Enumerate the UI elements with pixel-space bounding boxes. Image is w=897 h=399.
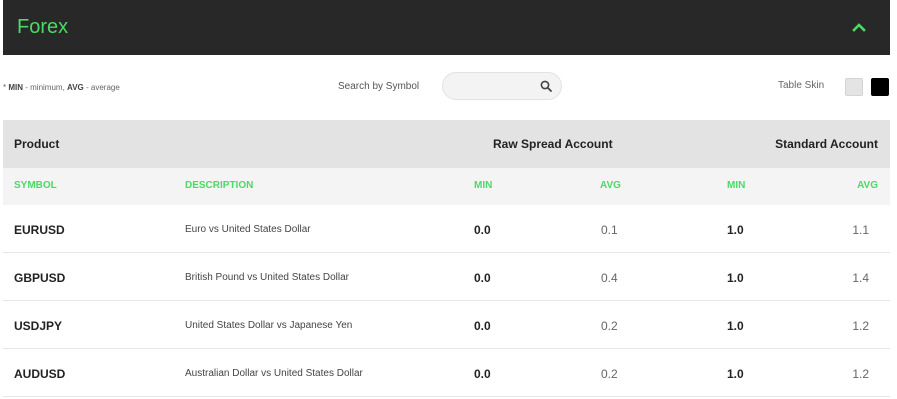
std-min-cell: 1.0 bbox=[727, 271, 744, 285]
raw-min-cell: 0.0 bbox=[474, 271, 491, 285]
description-cell: Euro vs United States Dollar bbox=[185, 224, 311, 235]
table-row[interactable]: AUDUSD Australian Dollar vs United State… bbox=[3, 349, 890, 397]
group-header-row: Product Raw Spread Account Standard Acco… bbox=[3, 120, 890, 168]
raw-avg-column-header[interactable]: AVG bbox=[600, 180, 621, 191]
raw-min-cell: 0.0 bbox=[474, 367, 491, 381]
symbol-column-header[interactable]: SYMBOL bbox=[14, 180, 57, 191]
description-cell: United States Dollar vs Japanese Yen bbox=[185, 320, 353, 331]
raw-avg-cell: 0.1 bbox=[601, 223, 618, 237]
legend-note: * MIN - minimum, AVG - average bbox=[3, 83, 120, 92]
raw-avg-cell: 0.2 bbox=[601, 367, 618, 381]
search-icon[interactable] bbox=[540, 80, 552, 92]
std-avg-cell: 1.4 bbox=[852, 271, 869, 285]
search-box[interactable] bbox=[442, 72, 562, 100]
column-header-row: SYMBOL DESCRIPTION MIN AVG MIN AVG bbox=[3, 168, 890, 205]
note-min-text: - minimum, bbox=[23, 83, 68, 92]
symbol-cell: EURUSD bbox=[14, 223, 65, 237]
description-column-header[interactable]: DESCRIPTION bbox=[185, 180, 253, 191]
raw-min-column-header[interactable]: MIN bbox=[474, 180, 492, 191]
std-min-cell: 1.0 bbox=[727, 223, 744, 237]
symbol-cell: USDJPY bbox=[14, 319, 63, 333]
symbol-cell: AUDUSD bbox=[14, 367, 66, 381]
symbol-cell: GBPUSD bbox=[14, 271, 66, 285]
table-row[interactable]: EURUSD Euro vs United States Dollar 0.0 … bbox=[3, 205, 890, 253]
note-avg-abbr: AVG bbox=[67, 83, 84, 92]
skin-light-button[interactable] bbox=[845, 78, 863, 96]
description-cell: Australian Dollar vs United States Dolla… bbox=[185, 368, 363, 379]
raw-min-cell: 0.0 bbox=[474, 223, 491, 237]
description-cell: British Pound vs United States Dollar bbox=[185, 272, 349, 283]
forex-table: Product Raw Spread Account Standard Acco… bbox=[3, 120, 890, 397]
section-title: Forex bbox=[17, 16, 69, 38]
table-row[interactable]: GBPUSD British Pound vs United States Do… bbox=[3, 253, 890, 301]
raw-avg-cell: 0.4 bbox=[601, 271, 618, 285]
raw-avg-cell: 0.2 bbox=[601, 319, 618, 333]
std-avg-cell: 1.2 bbox=[852, 319, 869, 333]
note-avg-text: - average bbox=[83, 83, 120, 92]
search-input[interactable] bbox=[453, 77, 547, 97]
raw-min-cell: 0.0 bbox=[474, 319, 491, 333]
std-avg-cell: 1.2 bbox=[852, 367, 869, 381]
table-row[interactable]: USDJPY United States Dollar vs Japanese … bbox=[3, 301, 890, 349]
std-avg-cell: 1.1 bbox=[852, 223, 869, 237]
skin-dark-button[interactable] bbox=[871, 78, 889, 96]
table-skin-label: Table Skin bbox=[778, 80, 825, 91]
raw-spread-header: Raw Spread Account bbox=[493, 137, 613, 151]
section-header[interactable]: Forex bbox=[3, 0, 890, 55]
product-header: Product bbox=[14, 137, 60, 151]
standard-account-header: Standard Account bbox=[775, 137, 878, 151]
note-min-abbr: MIN bbox=[8, 83, 24, 92]
std-avg-column-header[interactable]: AVG bbox=[857, 180, 878, 191]
std-min-column-header[interactable]: MIN bbox=[727, 180, 745, 191]
std-min-cell: 1.0 bbox=[727, 367, 744, 381]
chevron-up-icon[interactable] bbox=[852, 22, 866, 32]
search-label: Search by Symbol bbox=[338, 81, 420, 92]
std-min-cell: 1.0 bbox=[727, 319, 744, 333]
